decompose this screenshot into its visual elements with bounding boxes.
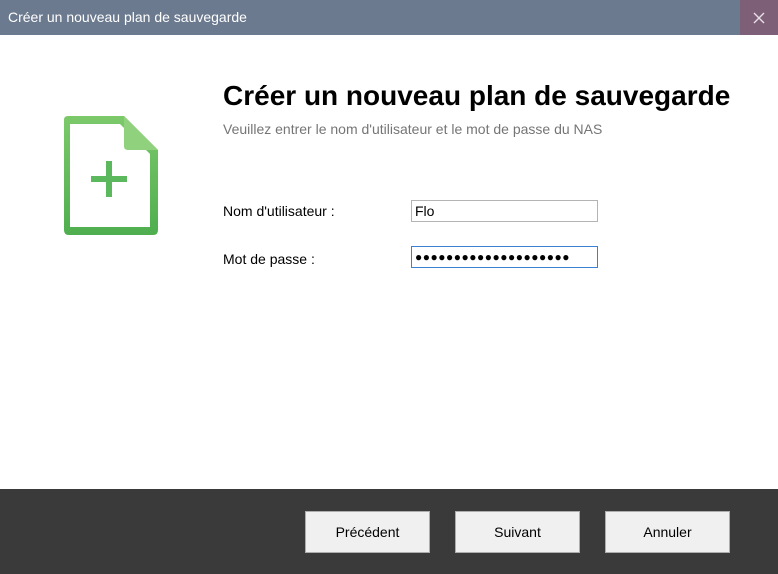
password-label: Mot de passe : [223,251,315,267]
password-field[interactable]: ●●●●●●●●●●●●●●●●●●●● [411,246,598,268]
close-icon [753,12,765,23]
cancel-button[interactable]: Annuler [605,511,730,553]
document-add-icon [64,116,158,235]
previous-button[interactable]: Précédent [305,511,430,553]
window-title: Créer un nouveau plan de sauvegarde [8,9,247,25]
username-field[interactable]: Flo [411,200,598,222]
page-title: Créer un nouveau plan de sauvegarde [223,80,731,111]
username-label: Nom d'utilisateur : [223,203,335,219]
title-bar: Créer un nouveau plan de sauvegarde [0,0,778,35]
page-subtitle: Veuillez entrer le nom d'utilisateur et … [223,121,603,137]
next-button[interactable]: Suivant [455,511,580,553]
close-button[interactable] [740,0,778,35]
